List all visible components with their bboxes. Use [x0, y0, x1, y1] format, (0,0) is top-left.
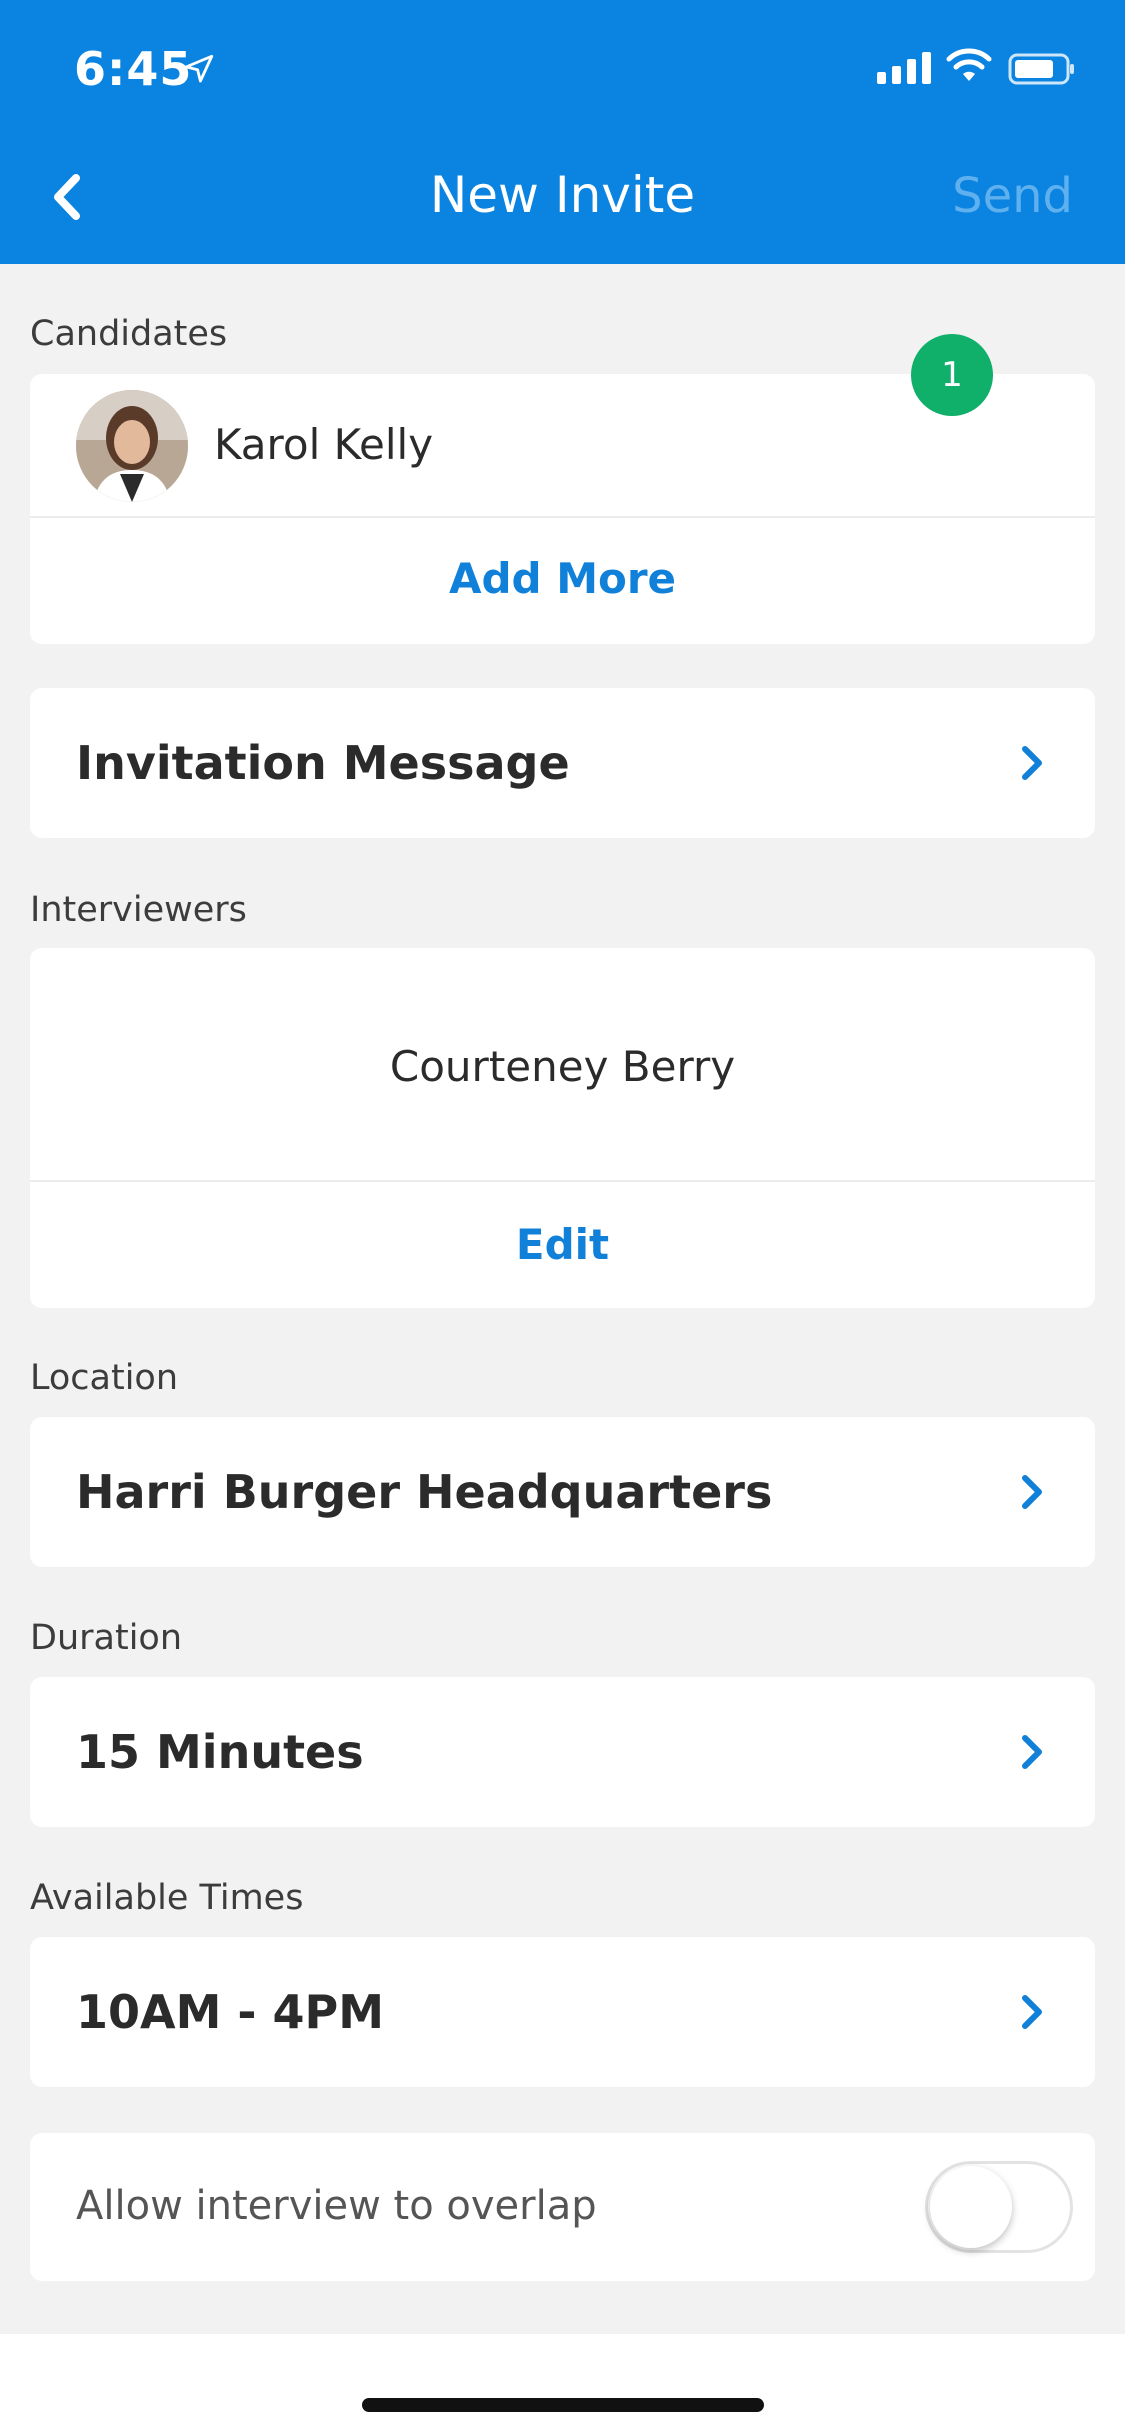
toggle-knob — [930, 2166, 1012, 2248]
footer-area — [0, 2334, 1125, 2436]
wifi-icon — [946, 48, 992, 81]
interviewers-section-label: Interviewers — [30, 890, 247, 930]
candidate-count-badge: 1 — [911, 334, 993, 416]
home-indicator[interactable] — [362, 2398, 764, 2412]
candidates-section-label: Candidates — [30, 314, 228, 354]
candidate-avatar — [76, 390, 188, 502]
duration-section-label: Duration — [30, 1618, 183, 1658]
chevron-right-icon — [1022, 1735, 1042, 1769]
candidate-name[interactable]: Karol Kelly — [214, 420, 433, 469]
chevron-right-icon — [1022, 746, 1042, 780]
overlap-toggle[interactable] — [925, 2161, 1073, 2253]
interviewers-divider — [30, 1180, 1095, 1182]
app-header: 6:45 New Invite Send — [0, 0, 1125, 264]
screen: 6:45 New Invite Send Candidates Karol Ke… — [0, 0, 1125, 2436]
duration-value: 15 Minutes — [76, 1725, 364, 1779]
battery-icon — [1008, 53, 1074, 85]
candidates-divider — [30, 516, 1095, 518]
overlap-row: Allow interview to overlap — [30, 2133, 1095, 2281]
available-times-row[interactable]: 10AM - 4PM — [30, 1937, 1095, 2087]
chevron-right-icon — [1022, 1475, 1042, 1509]
status-time: 6:45 — [74, 42, 193, 96]
overlap-label: Allow interview to overlap — [76, 2183, 597, 2229]
available-times-value: 10AM - 4PM — [76, 1985, 385, 2039]
edit-interviewers-button[interactable]: Edit — [30, 1220, 1095, 1269]
invitation-message-row[interactable]: Invitation Message — [30, 688, 1095, 838]
interviewers-card: Courteney Berry Edit — [30, 948, 1095, 1308]
interviewer-name: Courteney Berry — [389, 1042, 736, 1091]
add-more-button[interactable]: Add More — [30, 554, 1095, 603]
available-times-section-label: Available Times — [30, 1878, 304, 1918]
location-value: Harri Burger Headquarters — [76, 1465, 773, 1519]
location-arrow-icon — [184, 54, 214, 83]
duration-row[interactable]: 15 Minutes — [30, 1677, 1095, 1827]
invitation-message-label: Invitation Message — [76, 736, 570, 790]
send-button[interactable]: Send — [952, 168, 1073, 224]
location-section-label: Location — [30, 1358, 179, 1398]
cellular-signal-icon — [877, 52, 931, 84]
chevron-right-icon — [1022, 1995, 1042, 2029]
location-row[interactable]: Harri Burger Headquarters — [30, 1417, 1095, 1567]
candidates-card: Karol Kelly Add More — [30, 374, 1095, 644]
